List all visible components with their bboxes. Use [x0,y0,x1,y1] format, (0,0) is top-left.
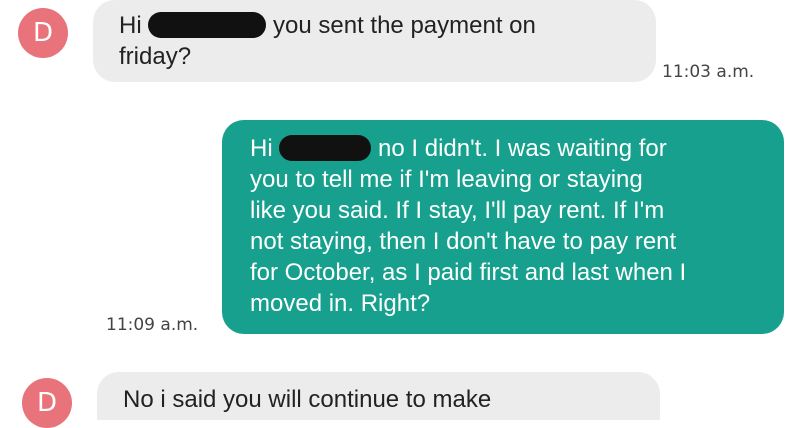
sender-avatar[interactable]: D [22,378,72,428]
sender-avatar[interactable]: D [18,8,68,58]
redacted-name [279,135,372,161]
incoming-message-bubble[interactable]: No i said you will continue to make [97,372,660,420]
message-text: No i said you will continue to make [123,386,492,413]
avatar-initial: D [32,18,54,48]
message-text-line: for October, as I paid first and last wh… [250,259,687,286]
message-text-line: moved in. Right? [250,290,431,317]
message-text-line: not staying, then I don't have to pay re… [250,228,677,255]
message-text-line: friday? [119,43,192,70]
redacted-name [148,12,267,38]
message-timestamp: 11:09 a.m. [106,315,199,335]
message-timestamp: 11:03 a.m. [662,62,755,82]
message-greeting: Hi [250,135,273,162]
message-greeting: Hi [119,12,142,39]
avatar-initial: D [36,388,58,418]
message-text-line: like you said. If I stay, I'll pay rent.… [250,197,665,224]
message-text-line: you to tell me if I'm leaving or staying [250,166,643,193]
message-text: no I didn't. I was waiting for [378,135,667,162]
message-text: you sent the payment on [273,12,536,39]
incoming-message-bubble[interactable]: Hi you sent the payment on friday? [93,0,656,82]
outgoing-message-bubble[interactable]: Hi no I didn't. I was waiting for you to… [222,120,784,334]
